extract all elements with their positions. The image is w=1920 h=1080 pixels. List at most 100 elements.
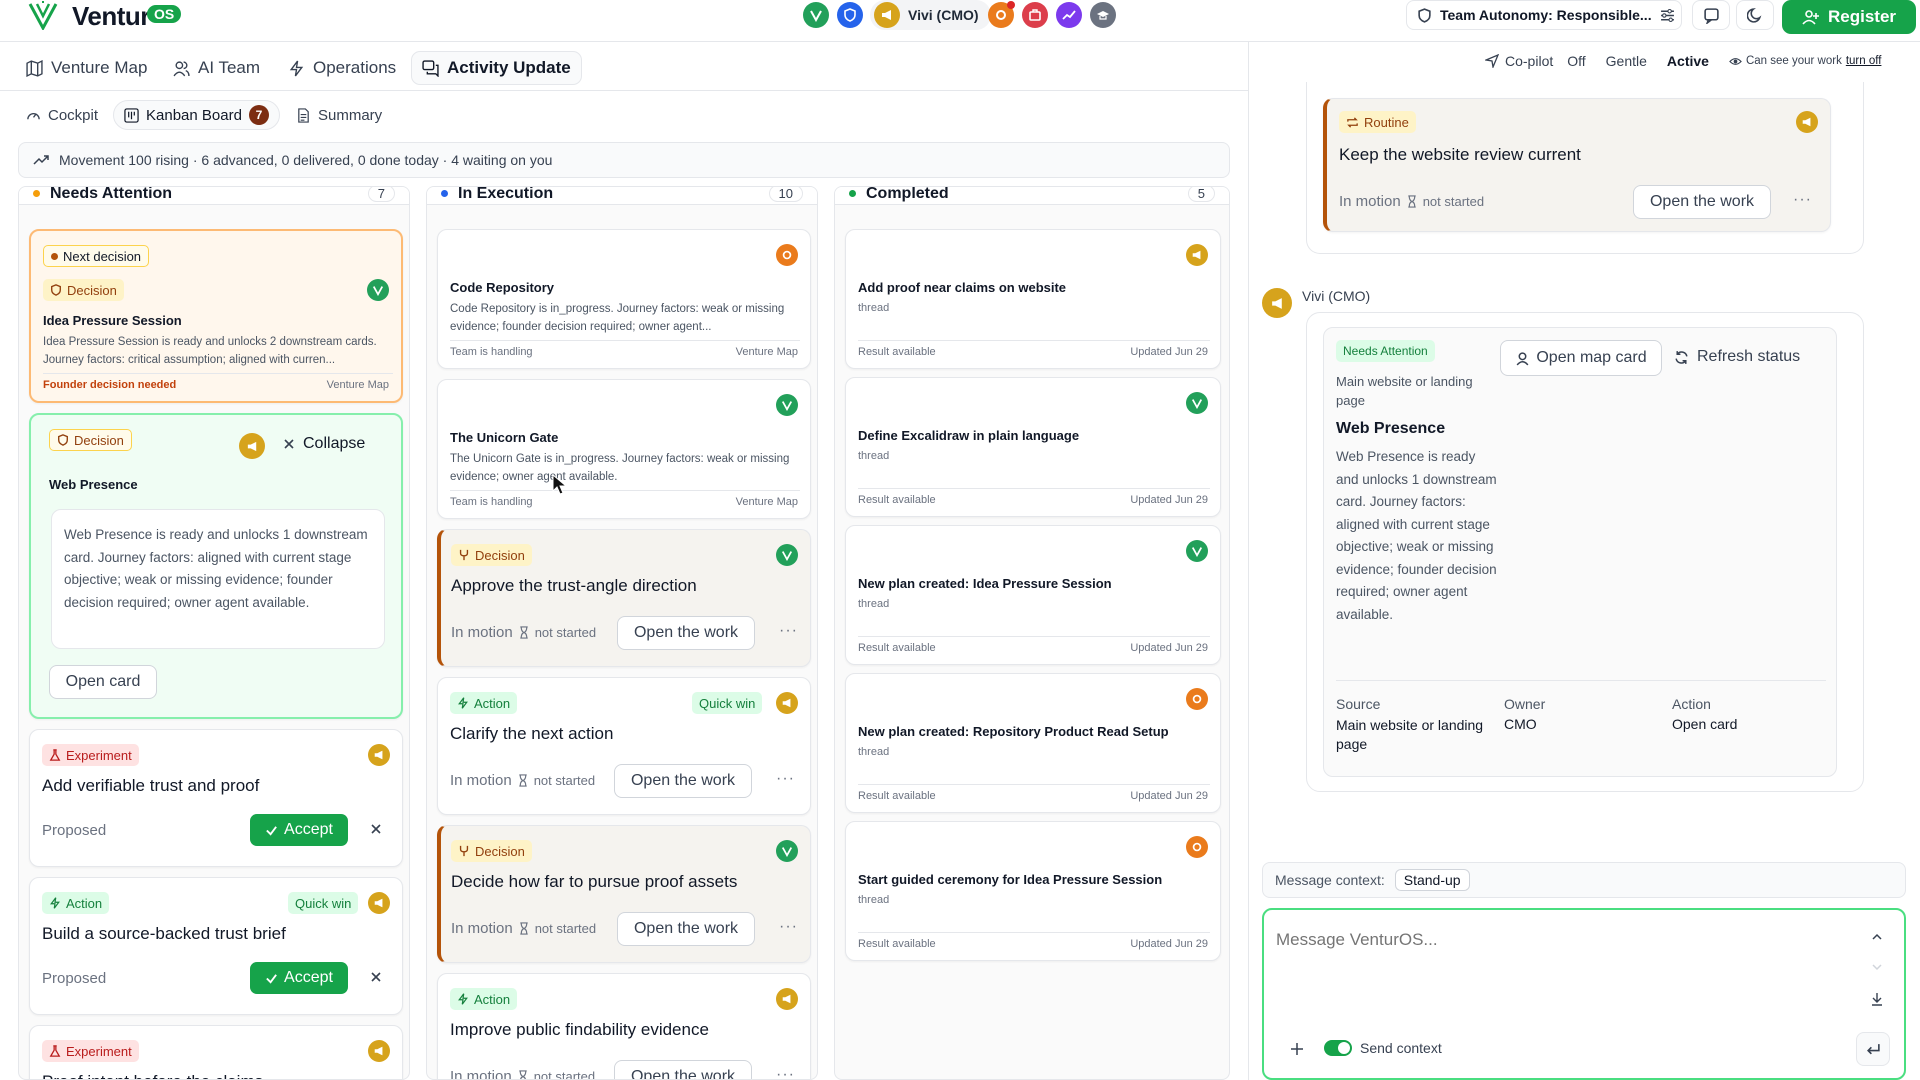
add-attachment-icon[interactable] — [1290, 1042, 1304, 1056]
movement-banner: Movement 100 rising · 6 advanced, 0 deli… — [18, 142, 1230, 178]
accept-button[interactable]: Accept — [250, 814, 348, 846]
collapse-button[interactable]: Collapse — [283, 435, 365, 453]
accept-label: Accept — [284, 821, 333, 838]
open-the-work-button[interactable]: Open the work — [617, 912, 755, 946]
app-name: Ventur — [72, 1, 150, 31]
flask-icon — [49, 1045, 61, 1057]
tab-activity-update[interactable]: Activity Update — [411, 51, 582, 85]
dismiss-icon[interactable] — [370, 971, 382, 983]
megaphone-avatar-icon — [368, 1040, 390, 1062]
message-input[interactable] — [1276, 930, 1836, 1010]
mode-gentle[interactable]: Gentle — [1606, 53, 1647, 69]
action-value: Open card — [1672, 716, 1738, 732]
scroll-bottom-icon[interactable] — [1870, 992, 1884, 1006]
refresh-status-button[interactable]: Refresh status — [1674, 348, 1800, 366]
users-icon — [173, 60, 190, 77]
completed-card[interactable]: Start guided ceremony for Idea Pressure … — [845, 821, 1221, 961]
graduate-agent-icon[interactable] — [1090, 2, 1116, 28]
more-options-icon[interactable]: ··· — [1793, 191, 1812, 209]
tab-operations[interactable]: Operations — [278, 51, 406, 85]
team-autonomy-selector[interactable]: Team Autonomy: Responsible... — [1406, 0, 1682, 30]
card-unicorn-gate[interactable]: The Unicorn Gate The Unicorn Gate is in_… — [437, 379, 811, 519]
can-see-work: Can see your work turn off — [1729, 55, 1881, 68]
active-agent-pill[interactable]: Vivi (CMO) — [870, 0, 991, 30]
not-started-label: not started — [534, 921, 597, 936]
not-started-label: not started — [533, 1069, 596, 1080]
copilot-label: Co-pilot — [1505, 53, 1554, 69]
send-context-toggle[interactable]: Send context — [1324, 1040, 1442, 1056]
card-decide-proof-assets[interactable]: Decision Decide how far to pursue proof … — [437, 825, 811, 963]
completed-card[interactable]: New plan created: Idea Pressure Session … — [845, 525, 1221, 665]
mode-off[interactable]: Off — [1567, 53, 1585, 69]
tab-label: Kanban Board — [146, 106, 242, 124]
more-options-icon[interactable]: ··· — [779, 622, 798, 640]
open-the-work-button[interactable]: Open the work — [614, 1060, 752, 1079]
completed-card[interactable]: New plan created: Repository Product Rea… — [845, 673, 1221, 813]
message-icon — [1703, 7, 1720, 24]
context-chip[interactable]: Stand-up — [1394, 869, 1470, 891]
routine-card[interactable]: Routine Keep the website review current … — [1323, 98, 1831, 232]
mode-active[interactable]: Active — [1667, 53, 1709, 69]
card-approve-trust-angle[interactable]: Decision Approve the trust-angle directi… — [437, 529, 811, 667]
open-the-work-button[interactable]: Open the work — [1633, 185, 1771, 219]
briefcase-agent-icon[interactable] — [1022, 2, 1048, 28]
tab-venture-map[interactable]: Venture Map — [16, 51, 157, 85]
tab-kanban-board[interactable]: Kanban Board 7 — [113, 100, 280, 130]
chevron-up-icon[interactable] — [1870, 930, 1884, 944]
kanban-icon — [124, 107, 139, 123]
card-result: Result available — [858, 346, 936, 358]
completed-card[interactable]: Define Excalidraw in plain language thre… — [845, 377, 1221, 517]
card-source-backed-brief[interactable]: Action Quick win Build a source-backed t… — [29, 877, 403, 1015]
open-card-button[interactable]: Open card — [49, 665, 157, 699]
shield-agent-icon[interactable] — [837, 2, 863, 28]
card-code-repository[interactable]: Code Repository Code Repository is in_pr… — [437, 229, 811, 369]
team-autonomy-label: Team Autonomy: Responsible... — [1440, 7, 1652, 23]
open-map-card-button[interactable]: Open map card — [1500, 340, 1662, 376]
enter-icon — [1866, 1042, 1881, 1057]
megaphone-icon — [874, 2, 900, 28]
chevron-down-icon[interactable] — [1870, 960, 1884, 974]
tag-label: Decision — [475, 547, 525, 563]
register-label: Register — [1827, 7, 1897, 26]
accept-button[interactable]: Accept — [250, 962, 348, 994]
card-add-verifiable-trust[interactable]: Experiment Add verifiable trust and proo… — [29, 729, 403, 867]
hourglass-icon — [518, 774, 528, 787]
register-button[interactable]: Register — [1782, 0, 1916, 34]
tag-label: Action — [474, 695, 511, 711]
column-header: Needs Attention 7 — [19, 187, 409, 205]
send-button[interactable] — [1856, 1032, 1890, 1066]
copilot-mode-bar: Co-pilot Off Gentle Active Can see your … — [1485, 48, 1881, 74]
more-options-icon[interactable]: ··· — [776, 1066, 795, 1079]
tab-cockpit[interactable]: Cockpit — [16, 100, 108, 130]
dismiss-icon[interactable] — [370, 823, 382, 835]
card-subtitle: thread — [858, 894, 890, 906]
growth-agent-icon[interactable] — [1056, 2, 1082, 28]
theme-toggle-button[interactable] — [1736, 0, 1774, 30]
tab-ai-team[interactable]: AI Team — [163, 51, 270, 85]
card-public-findability[interactable]: Action Improve public findability eviden… — [437, 973, 811, 1080]
source-label: Source — [1336, 696, 1381, 712]
open-the-work-button[interactable]: Open the work — [617, 616, 755, 650]
gauge-icon — [26, 108, 41, 123]
vivi-agent-icon[interactable] — [803, 2, 829, 28]
tag-label: Decision — [74, 432, 124, 448]
card-web-presence-expanded[interactable]: Decision Collapse Web Presence Web Prese… — [29, 413, 403, 719]
card-idea-pressure-session[interactable]: Next decision Decision Idea Pressure Ses… — [29, 229, 403, 403]
tab-summary[interactable]: Summary — [286, 100, 392, 130]
card-title: Keep the website review current — [1339, 145, 1581, 164]
toggle-switch — [1324, 1040, 1352, 1056]
card-proof-intent[interactable]: Experiment Proof intent before the claim… — [29, 1025, 403, 1079]
turn-off-link[interactable]: turn off — [1846, 55, 1882, 67]
card-clarify-next-action[interactable]: Action Quick win Clarify the next action… — [437, 677, 811, 815]
more-options-icon[interactable]: ··· — [779, 918, 798, 936]
gear-agent-icon[interactable] — [988, 1, 1015, 28]
map-icon — [26, 59, 43, 77]
more-options-icon[interactable]: ··· — [776, 770, 795, 788]
vivi-avatar-icon — [776, 840, 798, 862]
experiment-tag: Experiment — [42, 744, 139, 766]
open-the-work-button[interactable]: Open the work — [614, 764, 752, 798]
os-badge: OS — [147, 5, 182, 23]
experiment-tag: Experiment — [42, 1040, 139, 1062]
chat-button[interactable] — [1692, 0, 1730, 30]
completed-card[interactable]: Add proof near claims on website thread … — [845, 229, 1221, 369]
